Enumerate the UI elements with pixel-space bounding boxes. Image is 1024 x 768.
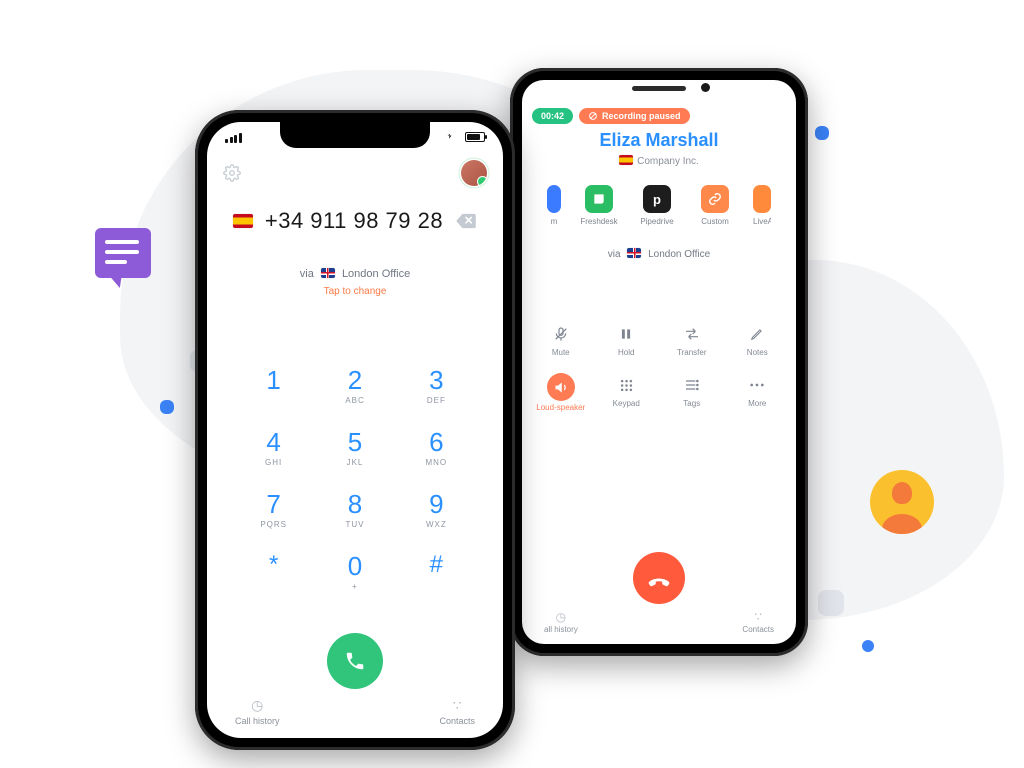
nav-call-history[interactable]: ◷all history — [544, 610, 578, 634]
transfer-button[interactable]: Transfer — [659, 322, 725, 357]
nav-call-history[interactable]: ◷Call history — [235, 697, 280, 726]
mute-button[interactable]: Mute — [528, 322, 594, 357]
app-intercom-partial[interactable]: m — [547, 185, 561, 226]
dial-keypad: 1 2ABC 3DEF 4GHI 5JKL 6MNO 7PQRS 8TUV 9W… — [233, 367, 477, 591]
recording-status-label: Recording paused — [602, 111, 681, 121]
key-4[interactable]: 4GHI — [233, 429, 314, 467]
key-hash[interactable]: # — [396, 553, 477, 591]
android-phone-frame: 00:42 Recording paused Eliza Marshall Co… — [510, 68, 808, 656]
call-timer-pill: 00:42 — [532, 108, 573, 124]
key-2[interactable]: 2ABC — [314, 367, 395, 405]
loudspeaker-button[interactable]: Loud-speaker — [528, 373, 594, 412]
integration-apps-row: m Freshdesk p Pipedrive Custom LiveAgent — [522, 185, 796, 226]
user-avatar[interactable] — [461, 160, 487, 186]
key-7[interactable]: 7PQRS — [233, 491, 314, 529]
iphone-frame: 9:41 AM +34 911 98 79 28 via London Offi… — [195, 110, 515, 750]
nav-contacts[interactable]: ∵Contacts — [742, 610, 774, 634]
uk-flag-icon — [321, 268, 335, 278]
key-8[interactable]: 8TUV — [314, 491, 395, 529]
person-avatar-icon — [870, 470, 934, 534]
recording-status-pill[interactable]: Recording paused — [579, 108, 690, 124]
tags-button[interactable]: Tags — [659, 373, 725, 412]
nav-contacts[interactable]: ∵Contacts — [439, 697, 475, 726]
spain-flag-icon — [619, 155, 633, 165]
via-line[interactable]: via London Office — [207, 268, 503, 280]
contact-company: Company Inc. — [522, 155, 796, 167]
hangup-button[interactable] — [633, 552, 685, 604]
app-freshdesk[interactable]: Freshdesk — [579, 185, 619, 226]
android-screen: 00:42 Recording paused Eliza Marshall Co… — [522, 80, 796, 644]
app-custom[interactable]: Custom — [695, 185, 735, 226]
battery-icon — [445, 131, 485, 145]
call-controls-grid: Mute Hold Transfer Notes Loud-speaker Ke… — [528, 322, 790, 412]
via-line[interactable]: via London Office — [522, 248, 796, 260]
uk-flag-icon — [627, 248, 641, 258]
backspace-button[interactable] — [455, 213, 477, 229]
signal-icon — [225, 133, 242, 143]
key-3[interactable]: 3DEF — [396, 367, 477, 405]
key-9[interactable]: 9WXZ — [396, 491, 477, 529]
app-pipedrive[interactable]: p Pipedrive — [637, 185, 677, 226]
app-liveagent-partial[interactable]: LiveAgent — [753, 185, 771, 226]
chat-bubble-icon — [95, 228, 151, 278]
spain-flag-icon — [233, 214, 253, 228]
tap-to-change-hint[interactable]: Tap to change — [207, 286, 503, 297]
key-star[interactable]: * — [233, 553, 314, 591]
keypad-button[interactable]: Keypad — [594, 373, 660, 412]
key-1[interactable]: 1 — [233, 367, 314, 405]
more-button[interactable]: More — [725, 373, 791, 412]
key-0[interactable]: 0+ — [314, 553, 395, 591]
accent-dot — [818, 590, 844, 616]
phone-number-display: +34 911 98 79 28 — [265, 208, 443, 234]
accent-dot — [815, 126, 829, 140]
contact-name[interactable]: Eliza Marshall — [522, 130, 796, 151]
dial-button[interactable] — [327, 633, 383, 689]
iphone-screen: 9:41 AM +34 911 98 79 28 via London Offi… — [207, 122, 503, 738]
accent-dot — [862, 640, 874, 652]
key-6[interactable]: 6MNO — [396, 429, 477, 467]
key-5[interactable]: 5JKL — [314, 429, 395, 467]
notes-button[interactable]: Notes — [725, 322, 791, 357]
hold-button[interactable]: Hold — [594, 322, 660, 357]
gear-icon[interactable] — [223, 164, 241, 182]
accent-dot — [160, 400, 174, 414]
